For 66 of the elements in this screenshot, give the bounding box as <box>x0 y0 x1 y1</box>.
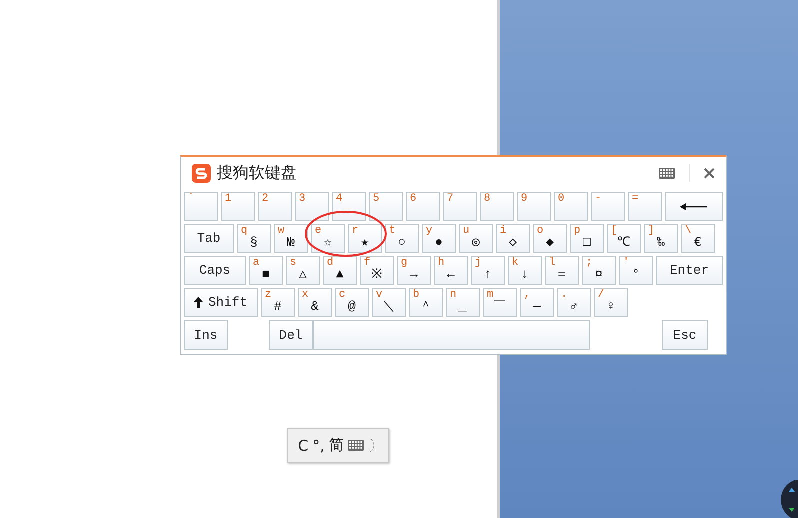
keyboard-key[interactable]: 0 <box>554 192 588 221</box>
keyboard-key[interactable]: d ▲ <box>323 256 357 285</box>
keyboard-key[interactable]: ; ¤ <box>582 256 616 285</box>
keyboard-icon[interactable] <box>348 440 364 451</box>
ins-key[interactable]: Ins <box>184 320 228 350</box>
keyboard-key[interactable]: 3 <box>295 192 329 221</box>
keyboard-key[interactable]: n ＿ <box>446 288 480 317</box>
keyboard-key[interactable]: 1 <box>221 192 255 221</box>
keyboard-key[interactable]: x & <box>298 288 332 317</box>
keyboard-key[interactable]: 8 <box>480 192 514 221</box>
punctuation-indicator[interactable]: °, <box>312 436 325 454</box>
keyboard-key[interactable]: a ■ <box>249 256 283 285</box>
keyboard-key[interactable]: , — <box>520 288 554 317</box>
keyboard-key[interactable]: b ＾ <box>409 288 443 317</box>
keyboard-key[interactable]: g → <box>397 256 431 285</box>
keyboard-key[interactable]: l ＝ <box>545 256 579 285</box>
keyboard-key[interactable]: e ☆ <box>311 224 345 253</box>
logo-icon <box>192 164 211 182</box>
del-key[interactable]: Del <box>269 320 313 350</box>
keyboard-key[interactable]: ' ° <box>619 256 653 285</box>
keyboard-key[interactable]: u ◎ <box>459 224 493 253</box>
keyboard-key[interactable]: s △ <box>286 256 320 285</box>
scroll-arrows-icon[interactable] <box>780 480 798 518</box>
script-indicator[interactable]: 简 <box>328 436 344 455</box>
close-icon[interactable] <box>704 168 715 178</box>
keyboard-key[interactable]: m ￣ <box>483 288 517 317</box>
keyboard-key[interactable]: p □ <box>570 224 604 253</box>
keyboard-key[interactable]: 6 <box>406 192 440 221</box>
keyboard-key[interactable]: 7 <box>443 192 477 221</box>
backspace-key[interactable] <box>665 192 723 221</box>
keyboard-icon[interactable] <box>659 168 675 178</box>
keyboard-key[interactable]: w № <box>274 224 308 253</box>
keyboard-key[interactable]: ` <box>184 192 218 221</box>
keyboard-key[interactable]: r ★ <box>348 224 382 253</box>
tab-key[interactable]: Tab <box>184 224 234 253</box>
esc-key[interactable]: Esc <box>662 320 708 350</box>
keyboard-key[interactable]: j ↑ <box>471 256 505 285</box>
keyboard-key[interactable]: [ ℃ <box>607 224 641 253</box>
keyboard-key[interactable]: v ＼ <box>372 288 406 317</box>
keyboard-key[interactable]: ] ‰ <box>644 224 678 253</box>
keyboard-key[interactable]: \ € <box>681 224 715 253</box>
backspace-arrow-icon <box>680 202 708 210</box>
keyboard-key[interactable]: i ◇ <box>496 224 530 253</box>
keyboard-key[interactable]: 5 <box>369 192 403 221</box>
keyboard-key[interactable]: = <box>628 192 662 221</box>
keyboard-key[interactable]: q § <box>237 224 271 253</box>
keyboard-key[interactable]: t ○ <box>385 224 419 253</box>
keyboard-key[interactable]: o ◆ <box>533 224 567 253</box>
keyboard-key[interactable]: f ※ <box>360 256 394 285</box>
up-arrow-icon <box>194 297 204 308</box>
mode-indicator[interactable]: C <box>298 436 309 454</box>
keyboard-key[interactable]: h ← <box>434 256 468 285</box>
keyboard-key[interactable]: - <box>591 192 625 221</box>
enter-key[interactable]: Enter <box>656 256 723 285</box>
keyboard-key[interactable]: . ♂ <box>557 288 591 317</box>
keyboard-key[interactable]: c @ <box>335 288 369 317</box>
shift-key[interactable]: Shift <box>184 288 258 317</box>
keyboard-key[interactable]: / ♀ <box>594 288 628 317</box>
keyboard-key[interactable]: z # <box>261 288 295 317</box>
keyboard-key[interactable]: 9 <box>517 192 551 221</box>
window-title: 搜狗软键盘 <box>217 162 298 184</box>
keyboard-key[interactable]: y ● <box>422 224 456 253</box>
keyboard-key[interactable]: 2 <box>258 192 292 221</box>
caps-key[interactable]: Caps <box>184 256 246 285</box>
keyboard-key[interactable]: 4 <box>332 192 366 221</box>
keyboard-key[interactable]: k ↓ <box>508 256 542 285</box>
